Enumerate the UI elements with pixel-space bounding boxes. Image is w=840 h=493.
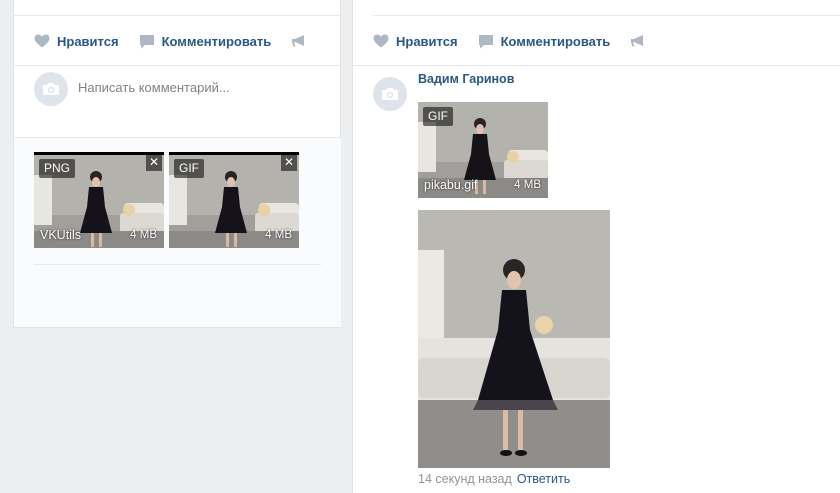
comment-label: Комментировать <box>500 33 611 49</box>
attachment-thumb[interactable]: PNG ✕ VKUtils 4 MB <box>34 152 164 248</box>
camera-icon <box>42 82 60 96</box>
gif-doc-attachment[interactable]: GIF pikabu.gif 4 MB <box>418 102 548 198</box>
like-label: Нравится <box>396 33 458 49</box>
comment-author-avatar[interactable] <box>373 77 407 111</box>
attachment-size: 4 MB <box>130 229 157 241</box>
comment-bubble-icon <box>139 34 155 49</box>
remove-attachment-button[interactable]: ✕ <box>281 155 297 171</box>
attachment-size: 4 MB <box>514 179 541 191</box>
remove-attachment-button[interactable]: ✕ <box>146 155 162 171</box>
comment-button[interactable]: Комментировать <box>139 33 272 49</box>
like-label: Нравится <box>57 33 119 49</box>
camera-icon <box>381 87 399 101</box>
comment-button[interactable]: Комментировать <box>478 33 611 49</box>
post-actions: Нравится Комментировать <box>373 31 653 51</box>
attachment-thumb[interactable]: GIF ✕ 4 MB <box>169 152 299 248</box>
comment-input[interactable]: Написать комментарий... <box>78 78 318 98</box>
comment-author-name[interactable]: Вадим Гаринов <box>418 72 514 86</box>
divider <box>34 264 321 265</box>
heart-icon <box>34 34 50 48</box>
megaphone-icon <box>630 34 646 48</box>
comment-timestamp[interactable]: 14 секунд назад <box>418 472 512 486</box>
share-button[interactable] <box>291 34 314 48</box>
file-type-badge: PNG <box>39 159 76 178</box>
gif-animation-image <box>418 210 610 468</box>
attachment-size: 4 MB <box>265 229 292 241</box>
comment-label: Комментировать <box>161 33 272 49</box>
megaphone-icon <box>291 34 307 48</box>
like-button[interactable]: Нравится <box>373 34 458 49</box>
comment-meta: 14 секунд назад Ответить <box>418 472 570 486</box>
divider <box>373 15 840 16</box>
divider <box>14 15 341 16</box>
share-button[interactable] <box>630 34 653 48</box>
reply-link[interactable]: Ответить <box>517 472 570 486</box>
right-post-card: Нравится Комментировать Вадим Гаринов GI… <box>352 0 840 493</box>
attachment-name: VKUtils <box>40 228 81 242</box>
gif-player[interactable] <box>418 210 610 468</box>
divider <box>353 65 840 66</box>
file-type-badge: GIF <box>423 107 453 126</box>
file-type-badge: GIF <box>174 159 204 178</box>
left-post-card: Нравится Комментировать Написать коммент… <box>13 0 341 328</box>
like-button[interactable]: Нравится <box>34 34 119 49</box>
divider <box>14 65 341 66</box>
post-actions: Нравится Комментировать <box>34 31 314 51</box>
avatar[interactable] <box>34 72 68 106</box>
attachment-name: pikabu.gif <box>424 178 478 192</box>
comment-bubble-icon <box>478 34 494 49</box>
attachments-area: PNG ✕ VKUtils 4 MB GIF ✕ 4 MB <box>14 137 341 327</box>
heart-icon <box>373 34 389 48</box>
